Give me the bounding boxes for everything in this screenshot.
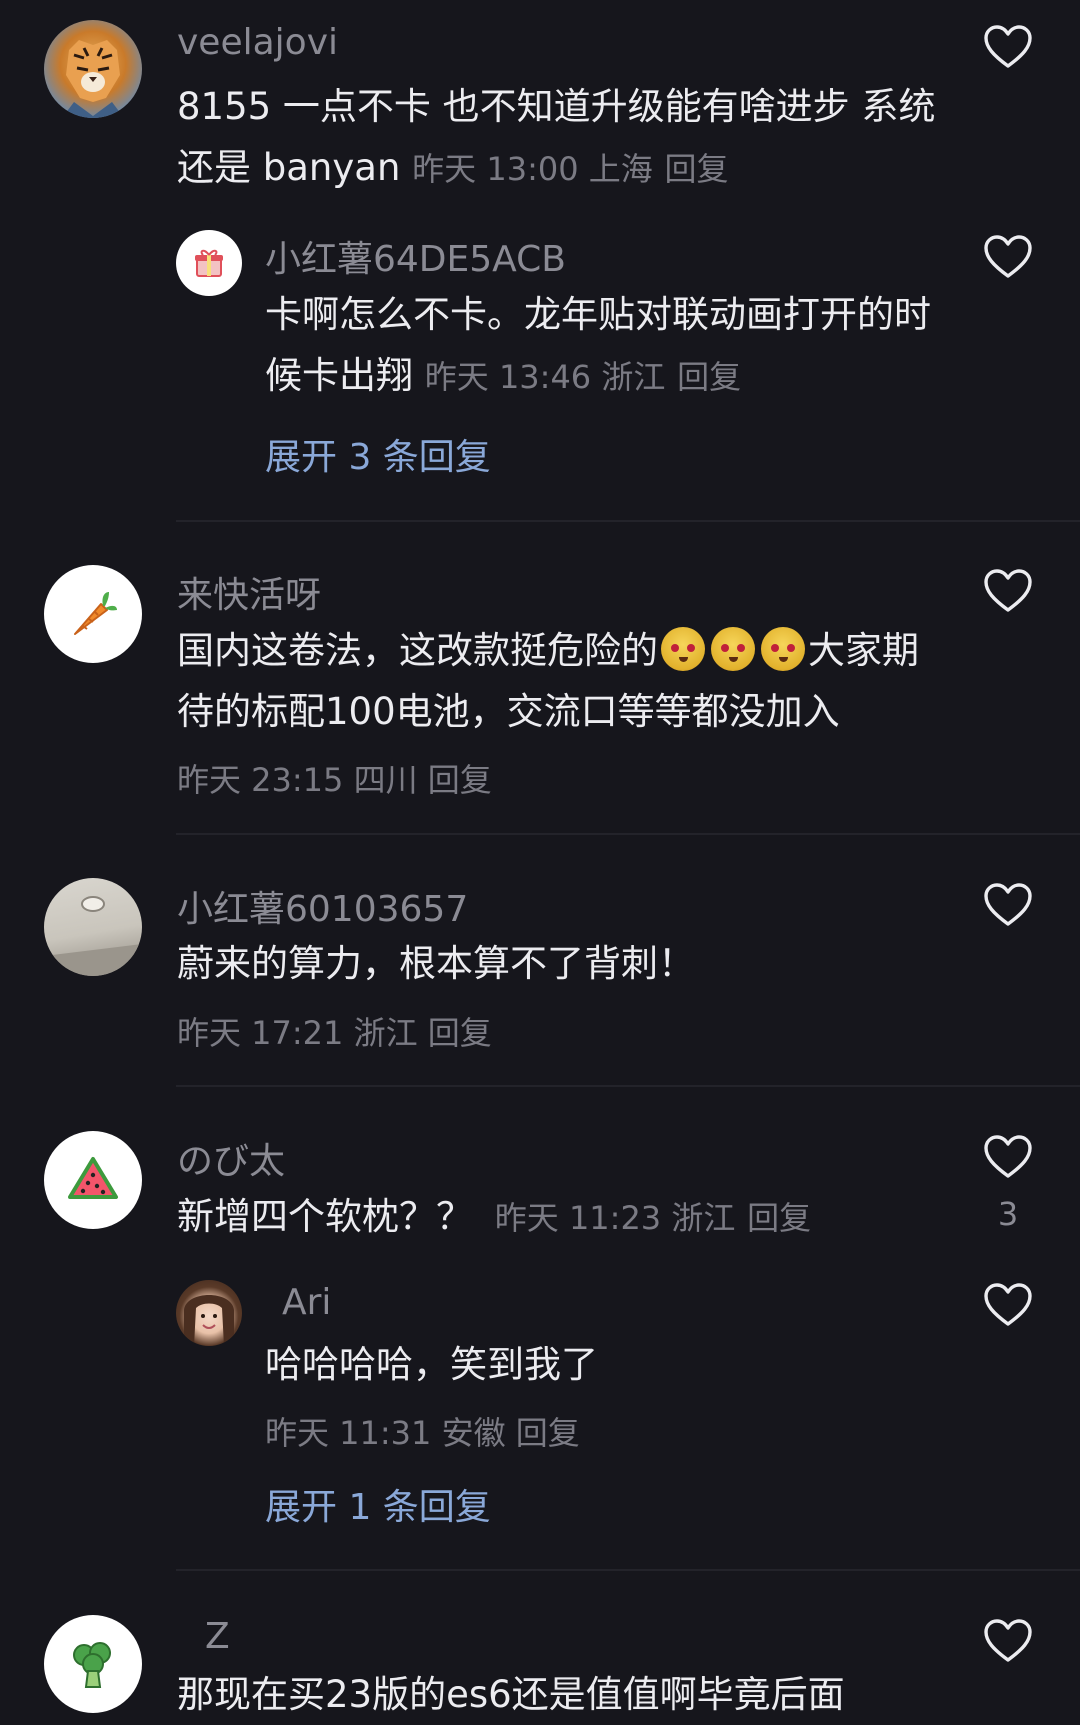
comment-meta: 昨天 17:21 浙江 bbox=[177, 1014, 418, 1052]
like-heart-icon[interactable] bbox=[983, 1618, 1033, 1664]
comment-body: 蔚来的算力，根本算不了背刺！ bbox=[177, 942, 695, 985]
comment-meta-line: 昨天 17:21 浙江 回复 bbox=[177, 1008, 492, 1054]
reply-button[interactable]: 回复 bbox=[747, 1199, 811, 1237]
gift-icon[interactable] bbox=[176, 230, 242, 296]
reply-meta: 昨天 13:46 浙江 bbox=[424, 358, 666, 396]
face-emoji bbox=[661, 627, 705, 671]
username[interactable]: veelajovi bbox=[177, 22, 338, 63]
carrot-icon[interactable] bbox=[44, 565, 142, 663]
comment-meta: 昨天 11:23 浙江 bbox=[494, 1199, 736, 1237]
comment-body-part1: 国内这卷法，这改款挺危险的 bbox=[177, 629, 658, 672]
expand-replies-link[interactable]: 展开 3 条回复 bbox=[265, 428, 491, 480]
like-heart-icon[interactable] bbox=[983, 24, 1033, 70]
divider bbox=[176, 520, 1080, 522]
watermelon-icon[interactable] bbox=[44, 1131, 142, 1229]
comment-body: 那现在买23版的es6还是值值啊毕竟后面 bbox=[177, 1673, 845, 1716]
comment-text: 蔚来的算力，根本算不了背刺！ bbox=[177, 933, 937, 994]
broccoli-icon[interactable] bbox=[44, 1615, 142, 1713]
username[interactable]: のび太 bbox=[177, 1132, 285, 1184]
tiger-avatar[interactable] bbox=[44, 20, 142, 118]
face-emoji bbox=[711, 627, 755, 671]
comment-meta: 昨天 23:15 四川 bbox=[177, 761, 418, 799]
like-heart-icon[interactable] bbox=[983, 568, 1033, 614]
reply-text: 哈哈哈哈，笑到我了 bbox=[265, 1334, 945, 1395]
comment-text: 新增四个软枕？？ 昨天 11:23 浙江 回复 bbox=[177, 1186, 937, 1249]
reply-body: 哈哈哈哈，笑到我了 bbox=[265, 1343, 598, 1386]
divider bbox=[176, 833, 1080, 835]
expand-replies-link[interactable]: 展开 1 条回复 bbox=[265, 1478, 491, 1530]
reply-button[interactable]: 回复 bbox=[516, 1414, 580, 1452]
comment-meta-line: 昨天 23:15 四川 回复 bbox=[177, 755, 492, 801]
divider bbox=[176, 1085, 1080, 1087]
reply-button[interactable]: 回复 bbox=[677, 358, 741, 396]
divider bbox=[176, 1569, 1080, 1571]
reply-username[interactable]: 小红薯64DE5ACB bbox=[265, 230, 566, 282]
comment-text: 那现在买23版的es6还是值值啊毕竟后面 bbox=[177, 1664, 937, 1725]
like-heart-icon[interactable] bbox=[983, 1282, 1033, 1328]
like-count: 3 bbox=[997, 1195, 1019, 1233]
reply-button[interactable]: 回复 bbox=[428, 1014, 492, 1052]
ceiling-photo[interactable] bbox=[44, 878, 142, 976]
comment-body: 新增四个软枕？？ bbox=[177, 1195, 473, 1238]
reply-text: 卡啊怎么不卡。龙年贴对联动画打开的时候卡出翔 昨天 13:46 浙江 回复 bbox=[265, 284, 945, 408]
username[interactable]: Z bbox=[205, 1616, 230, 1657]
like-heart-icon[interactable] bbox=[983, 234, 1033, 280]
reply-meta-line: 昨天 11:31 安徽 回复 bbox=[265, 1408, 580, 1454]
reply-button[interactable]: 回复 bbox=[665, 150, 729, 188]
username[interactable]: 来快活呀 bbox=[177, 566, 321, 618]
reply-button[interactable]: 回复 bbox=[428, 761, 492, 799]
like-heart-icon[interactable] bbox=[983, 1134, 1033, 1180]
reply-meta: 昨天 11:31 安徽 bbox=[265, 1414, 506, 1452]
comment-meta: 昨天 13:00 上海 bbox=[412, 150, 653, 188]
comment-text: 国内这卷法，这改款挺危险的 大家期待的标配100电池，交流口等等都没加入 bbox=[177, 620, 937, 742]
like-heart-icon[interactable] bbox=[983, 882, 1033, 928]
reply-username[interactable]: Ari bbox=[282, 1282, 331, 1323]
face-emoji bbox=[761, 627, 805, 671]
username[interactable]: 小红薯60103657 bbox=[177, 880, 468, 932]
comment-text: 8155 一点不卡 也不知道升级能有啥进步 系统还是 banyan 昨天 13:… bbox=[177, 76, 937, 200]
girl-photo[interactable] bbox=[176, 1280, 242, 1346]
